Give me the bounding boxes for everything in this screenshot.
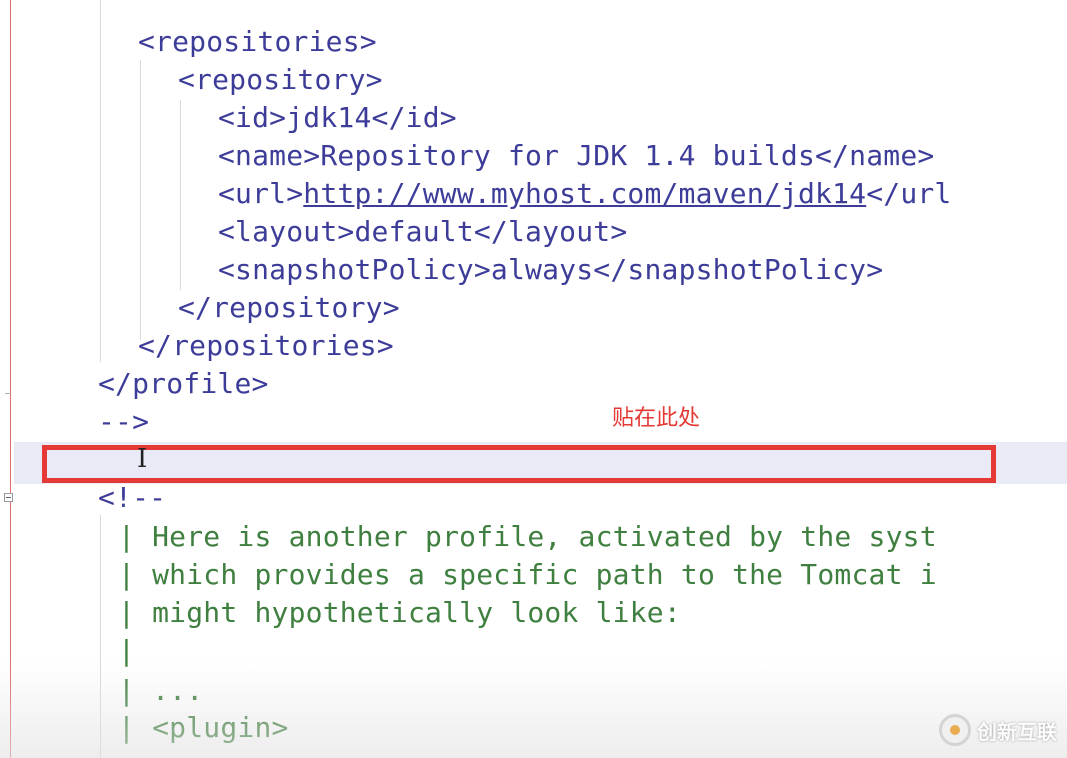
editor-gutter	[0, 0, 10, 758]
xml-tag: <name>	[218, 139, 321, 172]
xml-tag: <url>	[218, 177, 304, 210]
indent-guide	[140, 60, 141, 340]
annotation-label: 贴在此处	[612, 406, 701, 431]
code-line: </repository>	[178, 289, 400, 327]
xml-value: default	[354, 215, 474, 248]
code-line: | <plugin>	[118, 709, 289, 747]
fold-end-icon	[5, 393, 11, 394]
code-line: <!--	[98, 479, 166, 517]
xml-tag: </profile>	[98, 367, 269, 400]
code-line: <url>http://www.myhost.com/maven/jdk14</…	[218, 175, 952, 213]
xml-value: jdk14	[286, 101, 372, 134]
xml-tag: </name>	[815, 139, 935, 172]
indent-guide	[180, 100, 181, 290]
watermark: 创新互联	[939, 714, 1057, 746]
fold-collapse-icon[interactable]	[4, 493, 13, 502]
logo-icon	[939, 714, 971, 746]
code-line: -->	[98, 403, 149, 441]
code-editor[interactable]: <repositories> <repository> <id>jdk14</i…	[0, 0, 1067, 758]
xml-tag: </layout>	[473, 215, 628, 248]
text-cursor-icon: I	[137, 444, 148, 474]
xml-value: always	[490, 253, 594, 286]
comment-text: |	[118, 634, 136, 667]
comment-text: | which provides a specific path to the …	[118, 558, 937, 591]
comment-end: -->	[98, 405, 150, 438]
xml-tag: </repositories>	[138, 329, 394, 362]
xml-value: Repository for JDK 1.4 builds	[320, 139, 816, 172]
code-line: | might hypothetically look like:	[118, 594, 681, 632]
code-line: <repositories>	[138, 23, 377, 61]
url-link[interactable]: http://www.myhost.com/maven/jdk14	[303, 177, 866, 210]
code-line: <name>Repository for JDK 1.4 builds</nam…	[218, 137, 934, 175]
code-line: <layout>default</layout>	[218, 213, 627, 251]
xml-tag: </snapshotPolicy>	[593, 253, 884, 286]
xml-tag: <repositories>	[138, 25, 377, 58]
margin-line	[10, 0, 11, 758]
comment-text: | <plugin>	[118, 711, 289, 744]
xml-tag: </repository>	[178, 291, 400, 324]
indent-guide	[100, 0, 101, 362]
watermark-text: 创新互联	[977, 719, 1057, 744]
annotation-box	[42, 445, 996, 483]
comment-text: | Here is another profile, activated by …	[118, 520, 937, 553]
xml-tag: <snapshotPolicy>	[218, 253, 491, 286]
code-line: | Here is another profile, activated by …	[118, 518, 937, 556]
code-line: | which provides a specific path to the …	[118, 556, 937, 594]
xml-tag: <repository>	[178, 63, 383, 96]
xml-tag: </url	[866, 177, 952, 210]
code-line: <id>jdk14</id>	[218, 99, 457, 137]
code-line: </repositories>	[138, 327, 394, 365]
code-line: </profile>	[98, 365, 269, 403]
xml-tag: <id>	[218, 101, 287, 134]
comment-start: <!--	[98, 481, 167, 514]
comment-text: | might hypothetically look like:	[118, 596, 681, 629]
code-line: <repository>	[178, 61, 383, 99]
indent-guide	[100, 515, 101, 758]
xml-tag: </id>	[371, 101, 457, 134]
code-line: |	[118, 632, 135, 670]
code-line: <snapshotPolicy>always</snapshotPolicy>	[218, 251, 883, 289]
code-line: | ...	[118, 672, 203, 710]
xml-tag: <layout>	[218, 215, 355, 248]
comment-text: | ...	[118, 674, 204, 707]
